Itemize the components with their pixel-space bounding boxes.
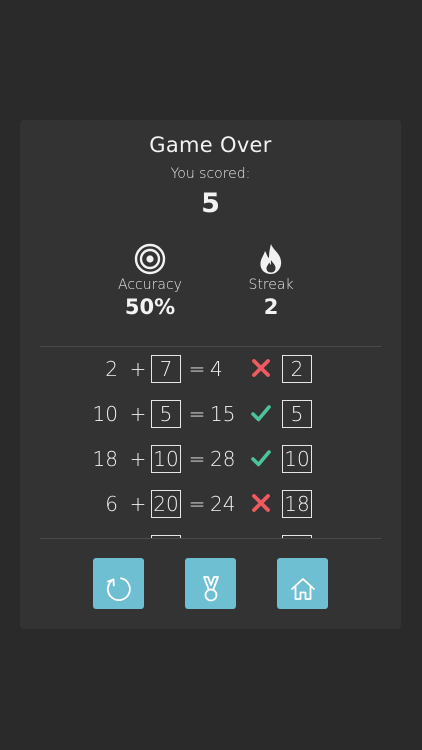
equation-list[interactable]: 2 +7 = 4 2 10 +5 = 15 5 18 +10 = 28 10 6 +20 = 24 18 — [20, 347, 401, 538]
streak-stat: Streak 2 — [211, 242, 331, 319]
correct-mark — [249, 444, 273, 474]
result-value: 24 — [210, 492, 236, 516]
equation-row: 2 +7 = 4 2 — [20, 354, 401, 384]
check-icon — [251, 405, 271, 422]
equals-sign: = — [188, 492, 206, 516]
restart-icon — [106, 577, 131, 601]
wrong-mark — [249, 489, 273, 519]
streak-label: Streak — [248, 277, 294, 293]
wrong-mark — [249, 354, 273, 384]
equation-row: 10 +5 = 15 5 — [20, 399, 401, 429]
accuracy-value: 50% — [124, 295, 176, 319]
operand-b-box: 5 — [151, 400, 181, 428]
cross-icon — [252, 494, 270, 512]
answer-box: 10 — [282, 445, 312, 473]
page-title: Game Over — [149, 133, 272, 157]
score-value: 5 — [201, 188, 220, 219]
operator: + — [129, 447, 147, 471]
equation-row: 18 +10 = 28 10 — [20, 444, 401, 474]
score-caption: You scored: — [170, 166, 251, 182]
home-icon — [290, 578, 315, 600]
operand-a: 18 — [92, 447, 118, 471]
answer-box: 18 — [282, 490, 312, 518]
equals-sign: = — [188, 357, 206, 381]
operand-a: 2 — [105, 357, 118, 381]
answer-box: 5 — [282, 400, 312, 428]
results-card: Game Over You scored: 5 Accuracy 50% Str… — [20, 120, 401, 629]
operand-b-box: 10 — [151, 445, 181, 473]
equation-row: 6 +20 = 24 18 — [20, 489, 401, 519]
result-value: 15 — [210, 402, 236, 426]
operator: + — [129, 357, 147, 381]
answer-box: 2 — [282, 355, 312, 383]
target-icon — [134, 243, 166, 275]
divider — [40, 538, 381, 539]
streak-value: 2 — [263, 295, 279, 319]
medal-icon — [202, 576, 219, 602]
restart-button[interactable] — [93, 558, 144, 609]
accuracy-label: Accuracy — [118, 277, 182, 293]
operand-b-box: 20 — [151, 490, 181, 518]
leaderboard-button[interactable] — [185, 558, 236, 609]
operator: + — [129, 402, 147, 426]
result-value: 4 — [210, 357, 223, 381]
accuracy-stat: Accuracy 50% — [90, 242, 210, 319]
operand-b-box: 7 — [151, 355, 181, 383]
cross-icon — [252, 359, 270, 377]
operand-a: 6 — [105, 492, 118, 516]
flame-icon — [260, 244, 282, 274]
operator: + — [129, 492, 147, 516]
equals-sign: = — [188, 402, 206, 426]
home-button[interactable] — [277, 558, 328, 609]
game-over-screen: Game Over You scored: 5 Accuracy 50% Str… — [0, 0, 422, 750]
check-icon — [251, 450, 271, 467]
result-value: 28 — [210, 447, 236, 471]
operand-a: 10 — [92, 402, 118, 426]
equals-sign: = — [188, 447, 206, 471]
correct-mark — [249, 399, 273, 429]
